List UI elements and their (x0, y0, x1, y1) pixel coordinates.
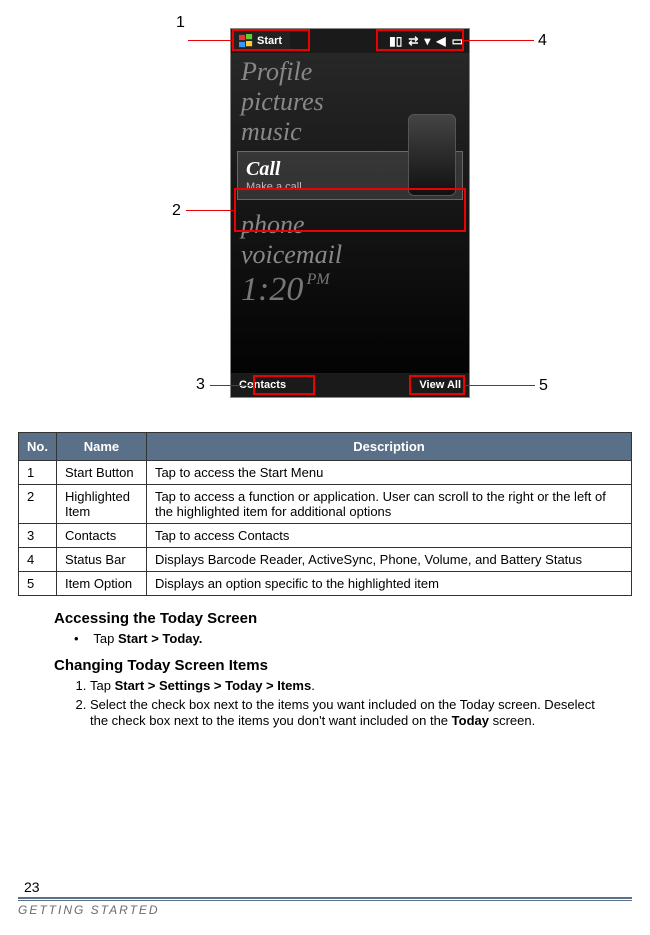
table-row: 3 Contacts Tap to access Contacts (19, 524, 632, 548)
callout-line-1 (188, 40, 232, 41)
highlighted-item-call[interactable]: Call Make a call (237, 151, 463, 200)
table-row: 5 Item Option Displays an option specifi… (19, 572, 632, 596)
call-subtitle: Make a call (246, 181, 302, 193)
th-name: Name (56, 433, 146, 461)
clock-time: 1:20 (241, 271, 303, 308)
menu-item-profile[interactable]: Profile (241, 57, 469, 87)
status-bar-icons[interactable]: ▮▯ ⇄ ▾ ◀ ▭ (389, 34, 469, 48)
start-button-label: Start (257, 35, 282, 47)
volume-icon: ◀ (436, 34, 445, 48)
clock: 1:20 PM (231, 269, 469, 309)
phone-bottombar: Contacts View All (231, 373, 469, 397)
callout-label-5: 5 (539, 377, 548, 395)
view-all-softkey[interactable]: View All (419, 379, 461, 391)
th-no: No. (19, 433, 57, 461)
page-footer: 23 Getting Started (0, 879, 650, 917)
phone-screen: Start ▮▯ ⇄ ▾ ◀ ▭ Profile pictures music … (230, 28, 470, 398)
callout-line-3 (210, 385, 253, 386)
footer-rule (18, 897, 632, 901)
callout-label-3: 3 (196, 376, 205, 394)
menu-item-voicemail[interactable]: voicemail (241, 240, 469, 270)
callout-label-4: 4 (538, 32, 547, 50)
callout-line-4 (464, 40, 534, 41)
reference-table: No. Name Description 1 Start Button Tap … (18, 432, 632, 596)
callout-line-5 (465, 385, 535, 386)
today-menu-list-2: phone voicemail (231, 206, 469, 270)
signal-icon: ▾ (424, 34, 430, 48)
battery-icon: ▭ (452, 34, 463, 48)
phone-topbar: Start ▮▯ ⇄ ▾ ◀ ▭ (231, 29, 469, 53)
menu-item-phone[interactable]: phone (241, 210, 469, 240)
barcode-icon: ▮▯ (389, 34, 402, 48)
clock-ampm: PM (307, 271, 330, 288)
windows-flag-icon (239, 34, 253, 48)
menu-item-pictures[interactable]: pictures (241, 87, 469, 117)
heading-changing: Changing Today Screen Items (54, 657, 632, 674)
chapter-title: Getting Started (18, 903, 632, 917)
annotated-screenshot: Start ▮▯ ⇄ ▾ ◀ ▭ Profile pictures music … (18, 10, 632, 420)
list-item: Select the check box next to the items y… (90, 697, 612, 730)
table-row: 1 Start Button Tap to access the Start M… (19, 461, 632, 485)
callout-line-2 (186, 210, 234, 211)
start-button[interactable]: Start (231, 32, 290, 50)
accessing-steps: Tap Start > Today. (90, 631, 612, 647)
call-title: Call (246, 158, 302, 181)
call-phone-image (408, 114, 456, 196)
th-desc: Description (146, 433, 631, 461)
callout-label-2: 2 (172, 202, 181, 220)
callout-label-1: 1 (176, 14, 185, 32)
page-number: 23 (18, 879, 632, 895)
list-item: Tap Start > Settings > Today > Items. (90, 678, 612, 694)
table-row: 4 Status Bar Displays Barcode Reader, Ac… (19, 548, 632, 572)
changing-steps: Tap Start > Settings > Today > Items. Se… (90, 678, 612, 729)
activesync-icon: ⇄ (408, 34, 418, 48)
table-row: 2 Highlighted Item Tap to access a funct… (19, 485, 632, 524)
heading-accessing: Accessing the Today Screen (54, 610, 632, 627)
list-item: Tap Start > Today. (90, 631, 612, 647)
